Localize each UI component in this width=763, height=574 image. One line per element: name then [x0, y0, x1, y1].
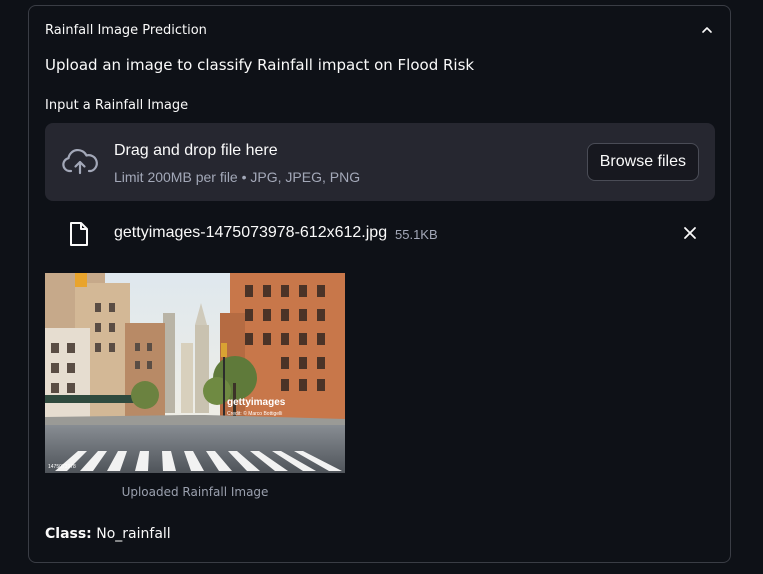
description-text: Upload an image to classify Rainfall imp… — [45, 56, 475, 74]
prediction-result: Class: No_rainfall — [45, 526, 171, 542]
browse-files-button[interactable]: Browse files — [586, 143, 699, 181]
expander-title: Rainfall Image Prediction — [45, 22, 207, 38]
rainfall-expander: Rainfall Image Prediction Upload an imag… — [28, 5, 731, 563]
file-icon — [70, 222, 88, 246]
close-icon[interactable] — [683, 226, 697, 240]
file-dropzone[interactable]: Drag and drop file here Limit 200MB per … — [45, 123, 715, 201]
file-name: gettyimages-1475073978-612x612.jpg — [114, 224, 388, 241]
dropzone-instructions: Drag and drop file here — [114, 142, 278, 159]
uploader-label: Input a Rainfall Image — [45, 98, 189, 113]
image-caption: Uploaded Rainfall Image — [121, 485, 269, 499]
dropzone-limit: Limit 200MB per file • JPG, JPEG, PNG — [114, 169, 361, 185]
cloud-upload-icon — [62, 148, 98, 175]
uploaded-file-row: gettyimages-1475073978-612x612.jpg 55.1K… — [45, 214, 715, 254]
watermark-text: gettyimages — [227, 397, 286, 408]
image-id-text: 1475073978 — [48, 464, 76, 470]
credit-text: Credit: © Marco Bottigelli — [227, 410, 282, 417]
file-size: 55.1KB — [395, 227, 438, 242]
uploaded-image: gettyimages Credit: © Marco Bottigelli 1… — [45, 273, 345, 473]
result-label: Class: — [45, 526, 92, 542]
result-value: No_rainfall — [96, 526, 171, 542]
expander-header[interactable]: Rainfall Image Prediction — [45, 20, 714, 40]
chevron-up-icon[interactable] — [700, 23, 714, 37]
street-photo: gettyimages Credit: © Marco Bottigelli 1… — [45, 273, 345, 473]
